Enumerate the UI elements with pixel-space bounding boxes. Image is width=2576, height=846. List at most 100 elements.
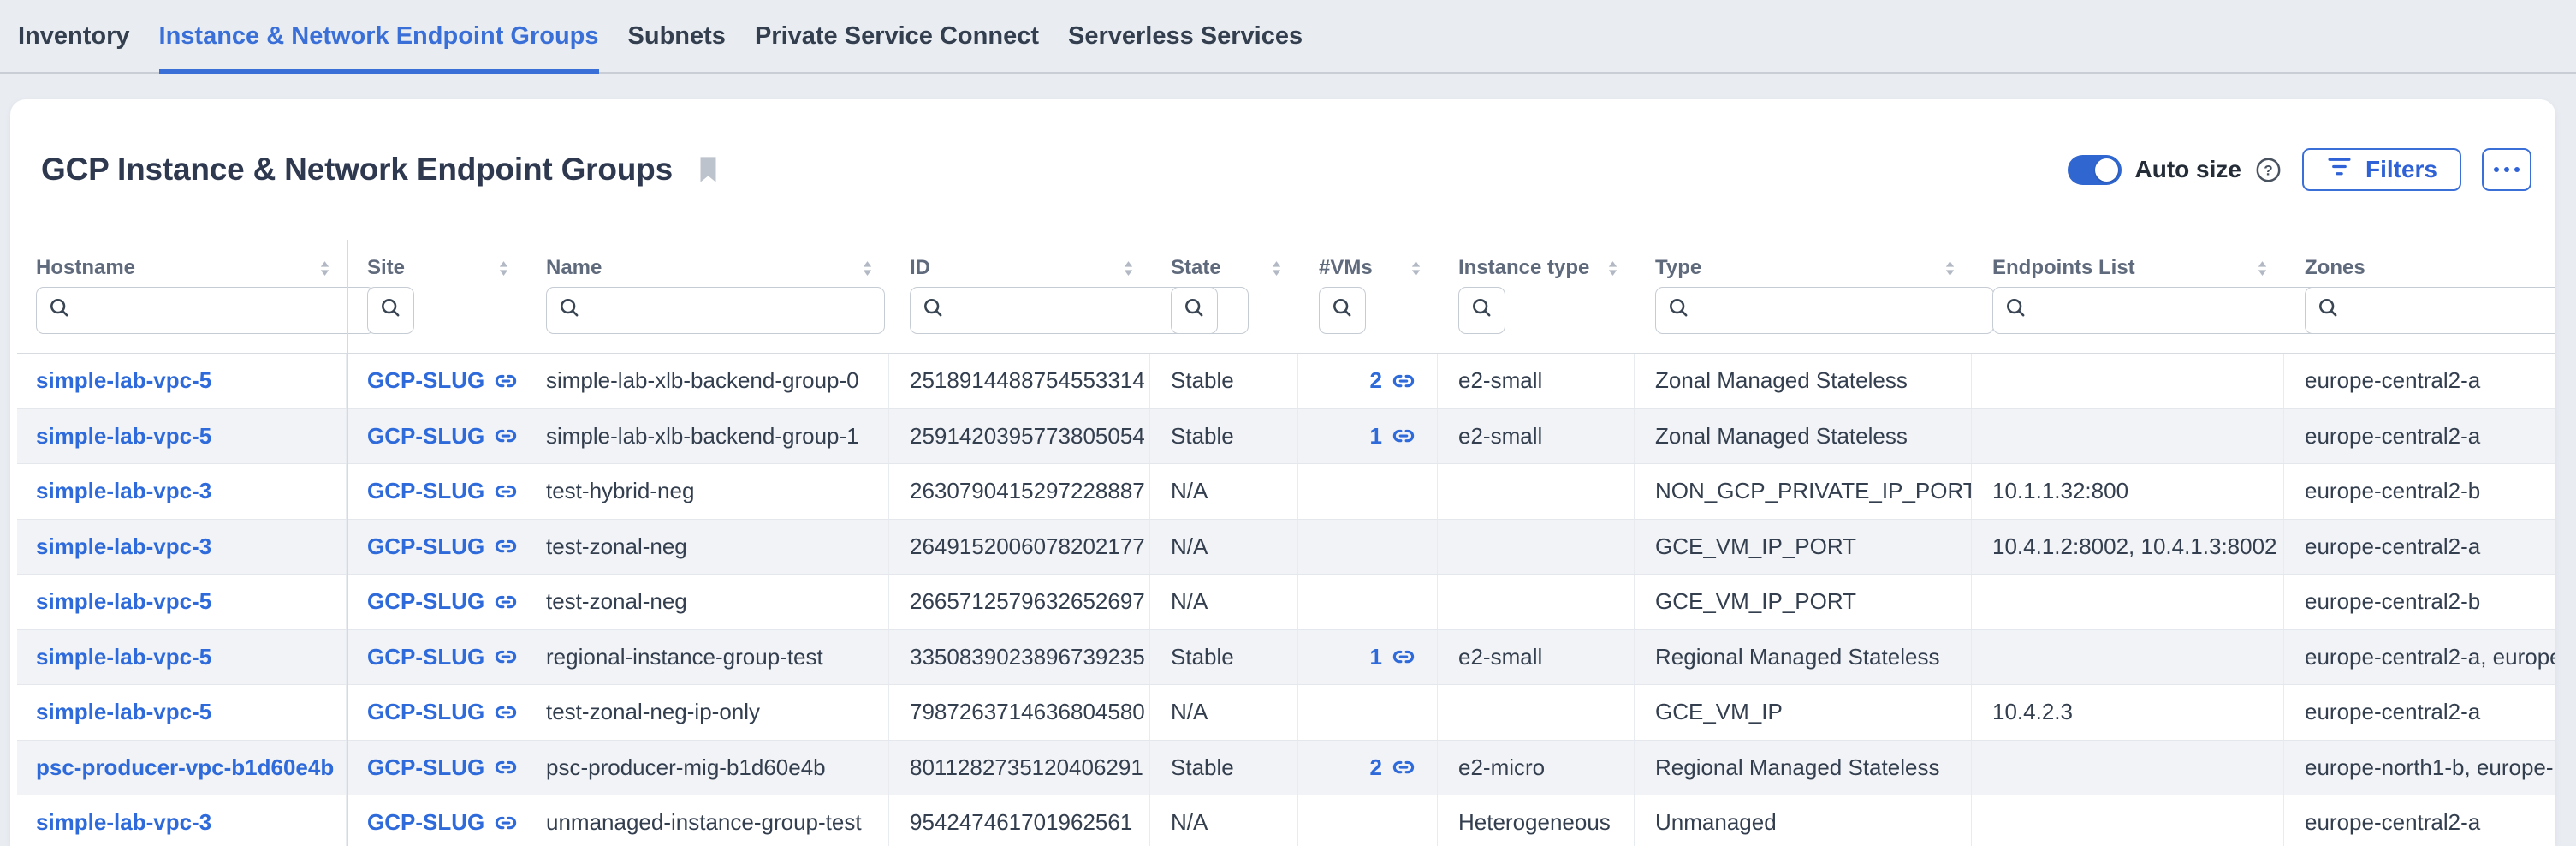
cell-vms [1298,685,1438,740]
search-icon [2317,296,2341,325]
help-icon[interactable]: ? [2255,157,2282,183]
sort-icon[interactable] [318,259,331,277]
site-link[interactable]: GCP-SLUG [367,644,519,670]
tab-serverless-services[interactable]: Serverless Services [1068,0,1303,72]
tab-subnets[interactable]: Subnets [628,0,726,72]
site-link[interactable]: GCP-SLUG [367,809,519,836]
filters-label: Filters [2365,156,2437,183]
search-icon [558,296,582,325]
search-zones[interactable] [2305,287,2555,334]
cell-instance_type [1438,464,1635,519]
search-endpoints[interactable] [1992,287,2331,334]
cell-id: 954247461701962561 [889,795,1150,846]
cell-endpoints [1972,795,2284,846]
link-icon [493,423,519,449]
cell-zones: europe-central2-a [2284,795,2555,846]
search-hostname[interactable] [36,287,375,334]
cell-id: 2649152006078202177 [889,520,1150,575]
cell-state: N/A [1150,520,1298,575]
site-link[interactable]: GCP-SLUG [367,478,519,504]
vms-link[interactable]: 2 [1370,754,1416,781]
tab-label: Inventory [18,22,130,51]
sort-icon[interactable] [1944,259,1956,277]
tab-inventory[interactable]: Inventory [18,0,130,72]
search-state[interactable] [1171,287,1218,334]
tab-instance-network-endpoint-groups[interactable]: Instance & Network Endpoint Groups [159,0,599,72]
hostname-link[interactable]: simple-lab-vpc-5 [36,588,211,615]
hostname-link[interactable]: simple-lab-vpc-3 [36,809,211,836]
search-type[interactable] [1655,287,1994,334]
hostname-link[interactable]: simple-lab-vpc-3 [36,533,211,560]
link-icon [493,368,519,394]
tab-label: Subnets [628,22,726,51]
cell-instance_type [1438,520,1635,575]
tab-bar: Inventory Instance & Network Endpoint Gro… [0,0,2576,74]
more-options-button[interactable] [2482,148,2531,191]
link-icon [1391,423,1416,449]
search-vms[interactable] [1319,287,1366,334]
sort-icon[interactable] [497,259,510,277]
table-row: simple-lab-vpc-5 GCP-SLUG test-zonal-neg… [17,575,2555,630]
bookmark-icon[interactable] [697,155,720,184]
card-header: GCP Instance & Network Endpoint Groups A… [10,99,2555,240]
table-row: simple-lab-vpc-5 GCP-SLUG simple-lab-xlb… [17,409,2555,465]
vms-link[interactable]: 2 [1370,367,1416,394]
search-site[interactable] [367,287,414,334]
column-header-hostname: Hostname [17,250,347,286]
sort-icon[interactable] [2256,259,2269,277]
sort-icon[interactable] [1270,259,1283,277]
search-icon [2004,296,2028,325]
cell-site: GCP-SLUG [347,520,525,575]
search-icon [379,296,403,325]
cell-name: test-zonal-neg [525,575,889,629]
cell-endpoints: 10.4.2.3 [1972,685,2284,740]
vms-link[interactable]: 1 [1370,644,1416,670]
link-icon [493,700,519,725]
sort-icon[interactable] [1122,259,1135,277]
filters-button[interactable]: Filters [2302,148,2461,191]
hostname-link[interactable]: simple-lab-vpc-3 [36,478,211,504]
hostname-link[interactable]: simple-lab-vpc-5 [36,367,211,394]
cell-type: Zonal Managed Stateless [1635,354,1972,408]
search-icon [1470,296,1494,325]
site-link[interactable]: GCP-SLUG [367,367,519,394]
cell-name: regional-instance-group-test [525,630,889,685]
site-link[interactable]: GCP-SLUG [367,533,519,560]
auto-size-toggle[interactable] [2068,155,2122,185]
vms-link[interactable]: 1 [1370,423,1416,450]
hostname-link[interactable]: simple-lab-vpc-5 [36,644,211,670]
search-instance_type[interactable] [1458,287,1505,334]
sort-icon[interactable] [1410,259,1422,277]
cell-vms: 2 [1298,741,1438,795]
column-label: Endpoints List [1992,256,2135,280]
cell-endpoints: 10.4.1.2:8002, 10.4.1.3:8002 [1972,520,2284,575]
table-row: simple-lab-vpc-3 GCP-SLUG test-hybrid-ne… [17,464,2555,520]
sort-icon[interactable] [861,259,874,277]
table-row: simple-lab-vpc-3 GCP-SLUG unmanaged-inst… [17,795,2555,846]
page-title: GCP Instance & Network Endpoint Groups [41,152,673,188]
search-icon [1331,296,1355,325]
search-input-type[interactable] [1691,297,1993,324]
cell-zones: europe-central2-a [2284,685,2555,740]
site-link[interactable]: GCP-SLUG [367,423,519,450]
site-link[interactable]: GCP-SLUG [367,588,519,615]
site-link[interactable]: GCP-SLUG [367,754,519,781]
tab-label: Serverless Services [1068,22,1303,51]
hostname-link[interactable]: psc-producer-vpc-b1d60e4b [36,754,334,781]
search-name[interactable] [546,287,885,334]
search-input-zones[interactable] [2341,297,2555,324]
sort-icon[interactable] [1606,259,1619,277]
cell-state: Stable [1150,354,1298,408]
search-input-name[interactable] [582,297,884,324]
tab-private-service-connect[interactable]: Private Service Connect [755,0,1039,72]
page: Inventory Instance & Network Endpoint Gro… [0,0,2576,846]
hostname-link[interactable]: simple-lab-vpc-5 [36,699,211,725]
search-input-hostname[interactable] [72,297,374,324]
cell-vms: 2 [1298,354,1438,408]
cell-state: Stable [1150,741,1298,795]
cell-zones: europe-central2-a [2284,409,2555,464]
hostname-link[interactable]: simple-lab-vpc-5 [36,423,211,450]
site-link[interactable]: GCP-SLUG [367,699,519,725]
column-header-state: State [1150,250,1298,286]
table-row: simple-lab-vpc-5 GCP-SLUG test-zonal-neg… [17,685,2555,741]
